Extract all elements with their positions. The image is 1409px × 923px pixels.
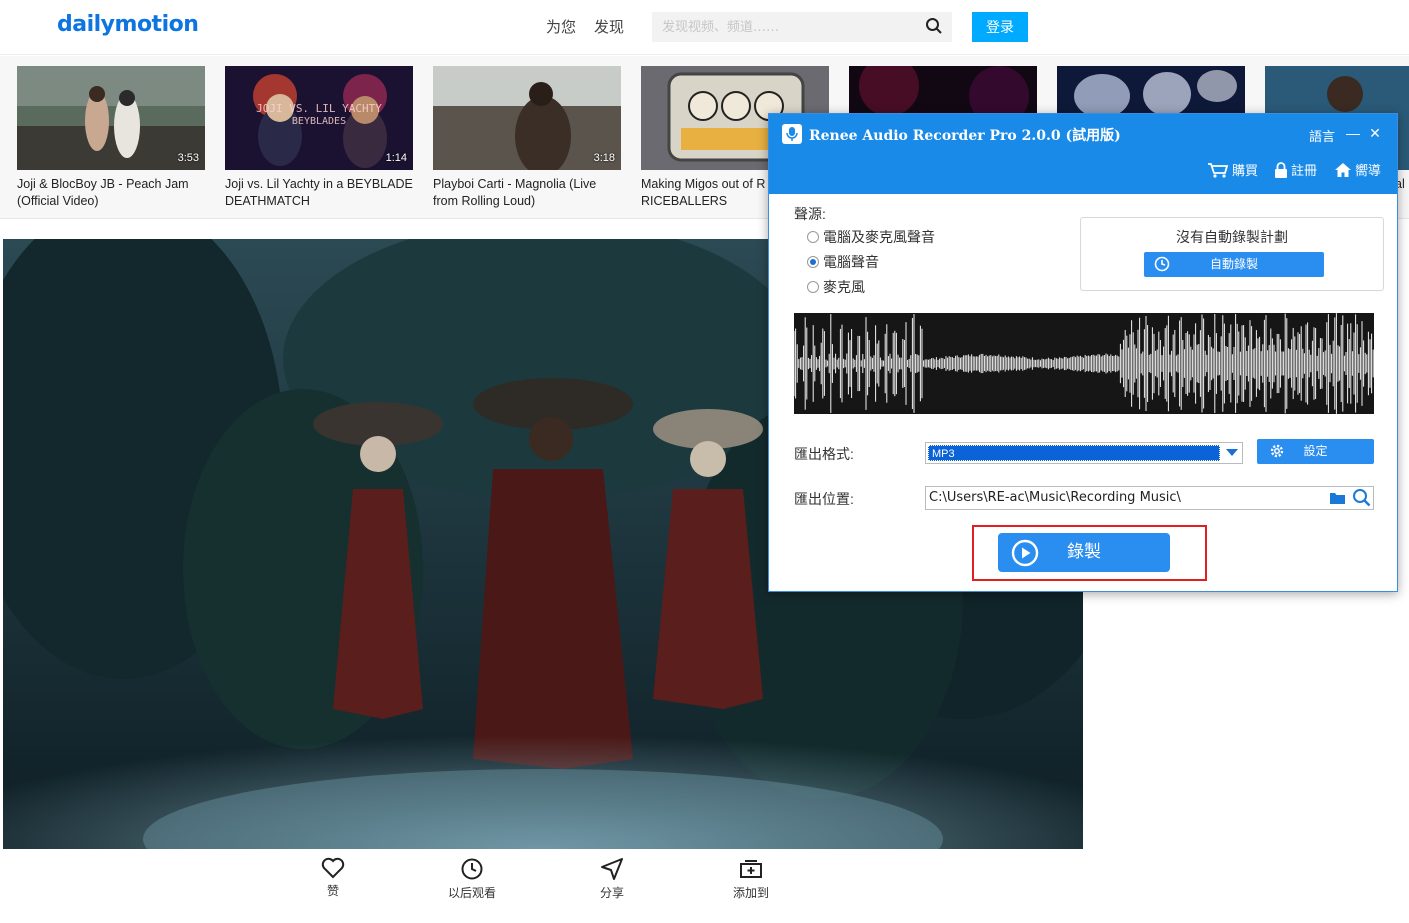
buy-label: 購買: [1232, 163, 1259, 178]
schedule-status: 沒有自動錄製計劃: [1176, 229, 1288, 245]
nav-discover[interactable]: 发现: [594, 16, 624, 37]
video-card[interactable]: 3:53 Joji & BlocBoy JB - Peach Jam (Offi…: [17, 66, 205, 210]
heart-icon: [321, 857, 345, 879]
settings-button[interactable]: 設定: [1257, 439, 1374, 464]
microphone-app-icon: [782, 124, 802, 144]
chevron-down-icon[interactable]: [1226, 449, 1238, 456]
add-to-playlist-icon: [740, 860, 762, 878]
source-option-label: 麥克風: [823, 279, 865, 295]
source-option-computer-and-mic[interactable]: 電腦及麥克風聲音: [807, 227, 935, 247]
login-button[interactable]: 登录: [972, 12, 1028, 42]
source-label: 聲源:: [794, 206, 826, 222]
watch-later-label: 以后观看: [447, 886, 496, 900]
dailymotion-logo[interactable]: dailymotion: [57, 12, 199, 37]
share-button[interactable]: 分享: [572, 857, 652, 901]
audio-waveform: [794, 313, 1374, 414]
site-header: dailymotion 为您 发现 登录: [0, 0, 1409, 55]
add-to-button[interactable]: 添加到: [711, 857, 791, 901]
home-button[interactable]: 嚮導: [1334, 160, 1381, 179]
recorder-titlebar[interactable]: Renee Audio Recorder Pro 2.0.0 (試用版) 語言 …: [769, 114, 1397, 194]
source-option-microphone[interactable]: 麥克風: [807, 277, 865, 297]
buy-button[interactable]: 購買: [1207, 160, 1258, 179]
screen: dailymotion 为您 发现 登录 3:53: [0, 0, 1409, 923]
add-to-label: 添加到: [732, 886, 769, 900]
language-menu[interactable]: 語言: [1309, 126, 1335, 145]
home-label: 嚮導: [1355, 163, 1382, 178]
video-title[interactable]: Playboi Carti - Magnolia (Live from Roll…: [433, 176, 621, 210]
video-title[interactable]: Joji & BlocBoy JB - Peach Jam (Official …: [17, 176, 205, 210]
register-button[interactable]: 註冊: [1274, 160, 1317, 179]
video-title[interactable]: Joji vs. Lil Yachty in a BEYBLADE DEATHM…: [225, 176, 413, 210]
auto-record-button[interactable]: 自動錄製: [1144, 252, 1324, 277]
gear-icon: [1270, 444, 1284, 458]
video-thumbnail[interactable]: 3:53: [17, 66, 205, 170]
folder-icon[interactable]: [1329, 491, 1346, 505]
video-duration: 1:14: [385, 152, 407, 164]
settings-label: 設定: [1303, 444, 1328, 458]
lock-icon: [1275, 162, 1287, 178]
video-card[interactable]: JOJI VS. LIL YACHTY BEYBLADES 1:14 Joji …: [225, 66, 413, 210]
radio-button-checked[interactable]: [807, 256, 819, 268]
format-selected-value: MP3: [928, 445, 1220, 461]
output-path-field[interactable]: C:\Users\RE-ac\Music\Recording Music\: [925, 486, 1374, 510]
like-label: 赞: [326, 884, 339, 898]
radio-button[interactable]: [807, 231, 819, 243]
location-label: 匯出位置:: [794, 491, 854, 507]
schedule-panel: 沒有自動錄製計劃 自動錄製: [1080, 217, 1384, 291]
close-button[interactable]: ✕: [1365, 123, 1385, 143]
svg-text:BEYBLADES: BEYBLADES: [292, 116, 346, 127]
format-dropdown[interactable]: MP3: [925, 442, 1243, 464]
auto-record-label: 自動錄製: [1209, 257, 1258, 271]
record-button[interactable]: 錄製: [998, 533, 1170, 572]
video-thumbnail[interactable]: JOJI VS. LIL YACHTY BEYBLADES 1:14: [225, 66, 413, 170]
player-actions-bar: 赞 以后观看 分享 添加到: [3, 849, 1083, 909]
source-option-label: 電腦及麥克風聲音: [823, 229, 935, 245]
home-icon: [1335, 163, 1351, 177]
share-label: 分享: [599, 886, 624, 900]
search-input[interactable]: [652, 12, 952, 42]
recorder-window: Renee Audio Recorder Pro 2.0.0 (試用版) 語言 …: [768, 113, 1398, 592]
cart-icon: [1208, 163, 1229, 178]
video-duration: 3:18: [593, 152, 615, 164]
clock-icon: [461, 858, 483, 880]
like-button[interactable]: 赞: [293, 857, 373, 899]
clock-icon: [1154, 256, 1170, 272]
send-icon: [601, 858, 623, 880]
video-card[interactable]: 3:18 Playboi Carti - Magnolia (Live from…: [433, 66, 621, 210]
nav-for-you[interactable]: 为您: [546, 16, 576, 37]
video-duration: 3:53: [177, 152, 199, 164]
source-option-label: 電腦聲音: [823, 254, 879, 270]
radio-button[interactable]: [807, 281, 819, 293]
source-option-computer[interactable]: 電腦聲音: [807, 252, 879, 272]
watch-later-button[interactable]: 以后观看: [432, 857, 512, 901]
search-icon[interactable]: [925, 17, 943, 35]
recorder-title: Renee Audio Recorder Pro 2.0.0 (試用版): [809, 128, 1121, 144]
svg-text:JOJI VS. LIL YACHTY: JOJI VS. LIL YACHTY: [256, 102, 382, 115]
format-label: 匯出格式:: [794, 446, 854, 462]
play-circle-icon: [1011, 539, 1039, 567]
record-label: 錄製: [1067, 542, 1101, 562]
search-icon[interactable]: [1352, 488, 1371, 507]
register-label: 註冊: [1291, 163, 1318, 178]
minimize-button[interactable]: —: [1343, 123, 1363, 143]
video-thumbnail[interactable]: 3:18: [433, 66, 621, 170]
